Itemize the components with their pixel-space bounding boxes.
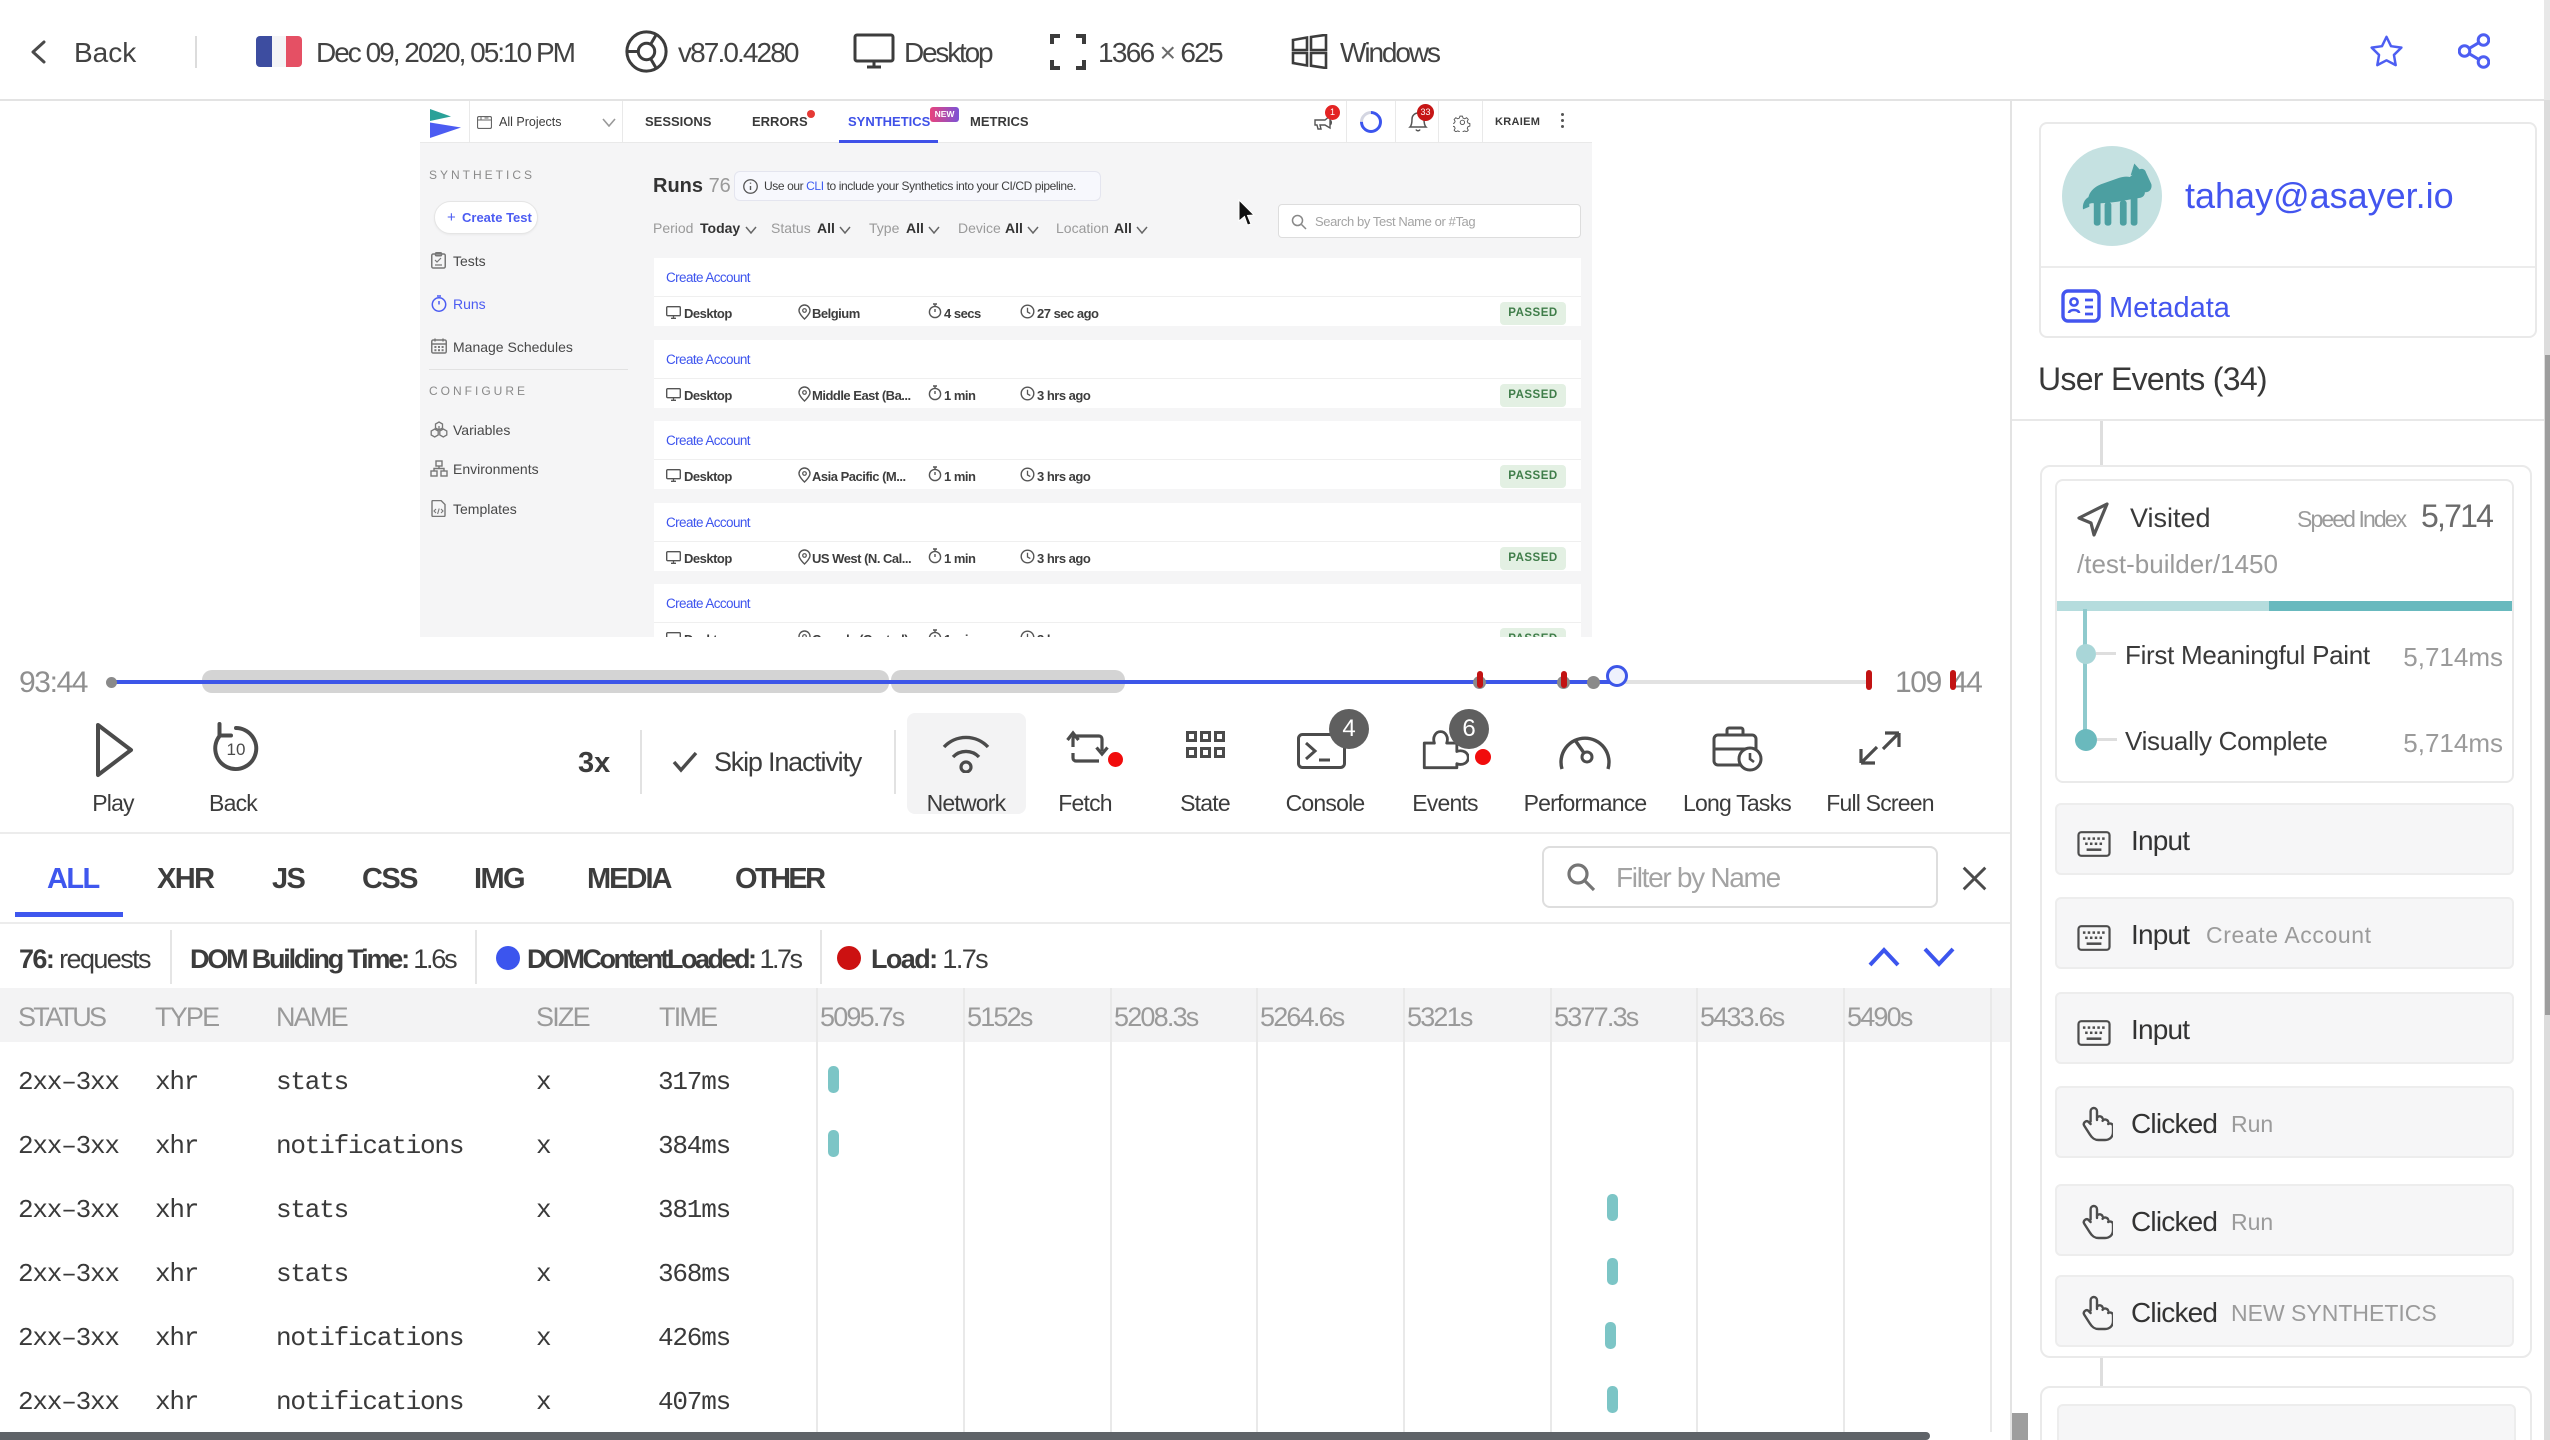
svg-text:10: 10 — [227, 740, 246, 759]
